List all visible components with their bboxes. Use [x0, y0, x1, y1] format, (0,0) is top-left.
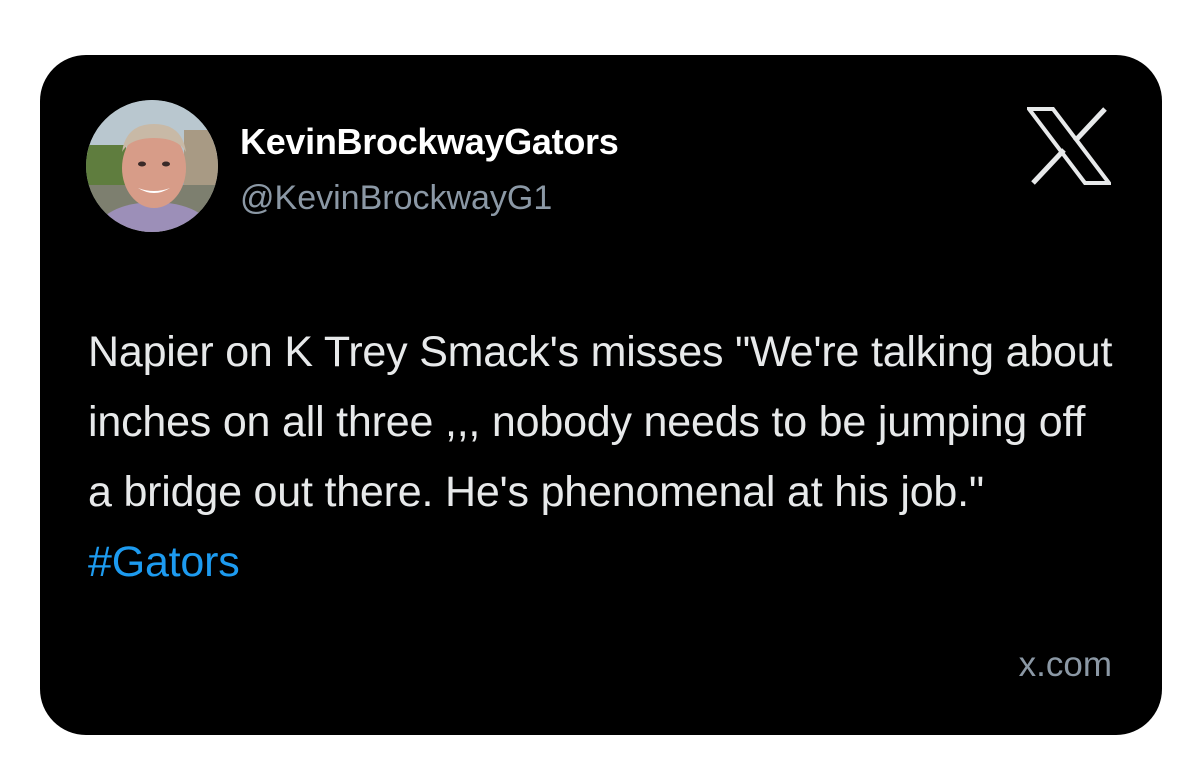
author-display-name[interactable]: KevinBrockwayGators	[240, 121, 619, 163]
x-logo-icon[interactable]	[1024, 107, 1114, 185]
tweet-card: KevinBrockwayGators @KevinBrockwayG1 Nap…	[40, 55, 1162, 735]
tweet-body: Napier on K Trey Smack's misses "We're t…	[88, 328, 1113, 516]
source-domain[interactable]: x.com	[1019, 645, 1112, 685]
tweet-text: Napier on K Trey Smack's misses "We're t…	[88, 317, 1118, 597]
author-handle[interactable]: @KevinBrockwayG1	[240, 179, 552, 218]
avatar-photo	[86, 100, 218, 232]
avatar[interactable]	[86, 100, 218, 232]
hashtag-link[interactable]: #Gators	[88, 538, 240, 586]
